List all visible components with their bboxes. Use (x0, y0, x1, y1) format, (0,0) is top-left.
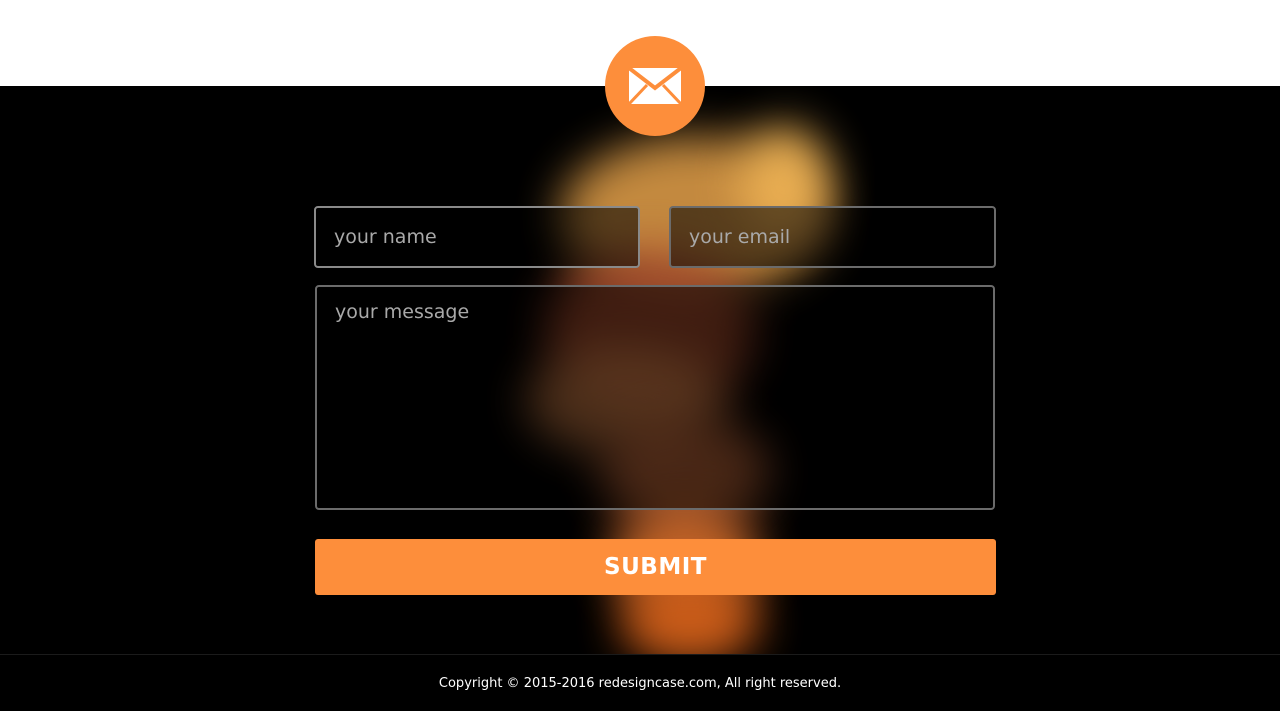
message-textarea[interactable] (315, 285, 995, 510)
name-input[interactable] (314, 206, 640, 268)
copyright-text: Copyright © 2015-2016 redesigncase.com, … (438, 675, 842, 691)
submit-button[interactable]: SUBMIT (315, 539, 996, 595)
email-input[interactable] (669, 206, 996, 268)
mail-badge (605, 36, 705, 136)
envelope-icon (628, 67, 682, 105)
footer: Copyright © 2015-2016 redesigncase.com, … (0, 654, 1280, 711)
